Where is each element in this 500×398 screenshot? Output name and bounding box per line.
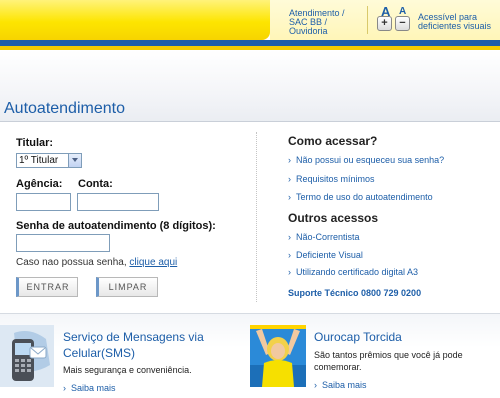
limpar-button[interactable]: LIMPAR bbox=[96, 277, 158, 297]
chevron-right-icon: › bbox=[288, 232, 291, 242]
accessibility-link-line2[interactable]: deficientes visuais bbox=[418, 21, 491, 31]
chevron-right-icon: › bbox=[288, 174, 291, 184]
requirements-link[interactable]: › Requisitos mínimos bbox=[288, 174, 375, 184]
sms-saiba-mais-label: Saiba mais bbox=[71, 383, 116, 393]
header-divider bbox=[367, 6, 368, 34]
chevron-right-icon: › bbox=[63, 383, 66, 393]
decrease-font-button[interactable]: − bbox=[395, 16, 410, 31]
chevron-down-icon[interactable] bbox=[68, 154, 81, 167]
brand-banner bbox=[0, 0, 270, 40]
agencia-label: Agência: bbox=[16, 178, 63, 190]
deficiente-visual-label: Deficiente Visual bbox=[296, 250, 363, 260]
ouvidoria-link[interactable]: Ouvidoria bbox=[289, 26, 328, 36]
senha-input[interactable] bbox=[16, 234, 110, 252]
chevron-right-icon: › bbox=[288, 267, 291, 277]
torcida-promo-title[interactable]: Ourocap Torcida bbox=[314, 330, 402, 344]
increase-font-button[interactable]: + bbox=[377, 16, 392, 31]
requirements-label: Requisitos mínimos bbox=[296, 174, 375, 184]
como-acessar-heading: Como acessar? bbox=[288, 134, 378, 148]
chevron-right-icon: › bbox=[314, 380, 317, 390]
agencia-input[interactable] bbox=[16, 193, 71, 211]
no-password-text: Caso nao possua senha, bbox=[16, 257, 130, 268]
titular-select[interactable]: 1º Titular bbox=[16, 153, 82, 168]
site-header: Atendimento / SAC BB / Ouvidoria A A + −… bbox=[0, 0, 500, 52]
sms-promo-title-line2[interactable]: Celular(SMS) bbox=[63, 346, 135, 360]
torcida-saiba-mais-link[interactable]: › Saiba mais bbox=[314, 380, 367, 390]
conta-label: Conta: bbox=[78, 178, 113, 190]
certificado-digital-link[interactable]: › Utilizando certificado digital A3 bbox=[288, 267, 418, 277]
outros-acessos-heading: Outros acessos bbox=[288, 211, 379, 225]
chevron-right-icon: › bbox=[288, 155, 291, 165]
sms-saiba-mais-link[interactable]: › Saiba mais bbox=[63, 383, 116, 393]
chevron-right-icon: › bbox=[288, 192, 291, 202]
deficiente-visual-link[interactable]: › Deficiente Visual bbox=[288, 250, 363, 260]
torcida-saiba-mais-label: Saiba mais bbox=[322, 380, 367, 390]
cheering-woman-image[interactable] bbox=[250, 325, 306, 387]
page-title: Autoatendimento bbox=[4, 100, 125, 117]
forgot-password-link[interactable]: › Não possui ou esqueceu sua senha? bbox=[288, 155, 444, 165]
support-phone: Suporte Técnico 0800 729 0200 bbox=[288, 288, 422, 298]
mobile-phone-image[interactable] bbox=[0, 325, 54, 387]
nao-correntista-link[interactable]: › Não-Correntista bbox=[288, 232, 360, 242]
senha-label: Senha de autoatendimento (8 dígitos): bbox=[16, 220, 216, 232]
torcida-promo-description-line1: São tantos prêmios que você já pode bbox=[314, 350, 463, 360]
terms-of-use-link[interactable]: › Termo de uso do autoatendimento bbox=[288, 192, 433, 202]
forgot-password-label: Não possui ou esqueceu sua senha? bbox=[296, 155, 445, 165]
certificado-digital-label: Utilizando certificado digital A3 bbox=[296, 267, 419, 277]
title-divider bbox=[0, 121, 500, 122]
nao-correntista-label: Não-Correntista bbox=[296, 232, 360, 242]
sms-promo-title-line1[interactable]: Serviço de Mensagens via bbox=[63, 330, 204, 344]
no-password-hint: Caso nao possua senha, clique aqui bbox=[16, 257, 177, 268]
titular-selected-value: 1º Titular bbox=[19, 155, 59, 166]
entrar-button[interactable]: ENTRAR bbox=[16, 277, 78, 297]
chevron-right-icon: › bbox=[288, 250, 291, 260]
clique-aqui-link[interactable]: clique aqui bbox=[129, 257, 177, 268]
titular-label: Titular: bbox=[16, 137, 54, 149]
torcida-promo-description-line2: comemorar. bbox=[314, 362, 362, 372]
sms-promo-description: Mais segurança e conveniência. bbox=[63, 365, 192, 375]
column-divider bbox=[256, 132, 257, 302]
terms-of-use-label: Termo de uso do autoatendimento bbox=[296, 192, 433, 202]
conta-input[interactable] bbox=[77, 193, 159, 211]
